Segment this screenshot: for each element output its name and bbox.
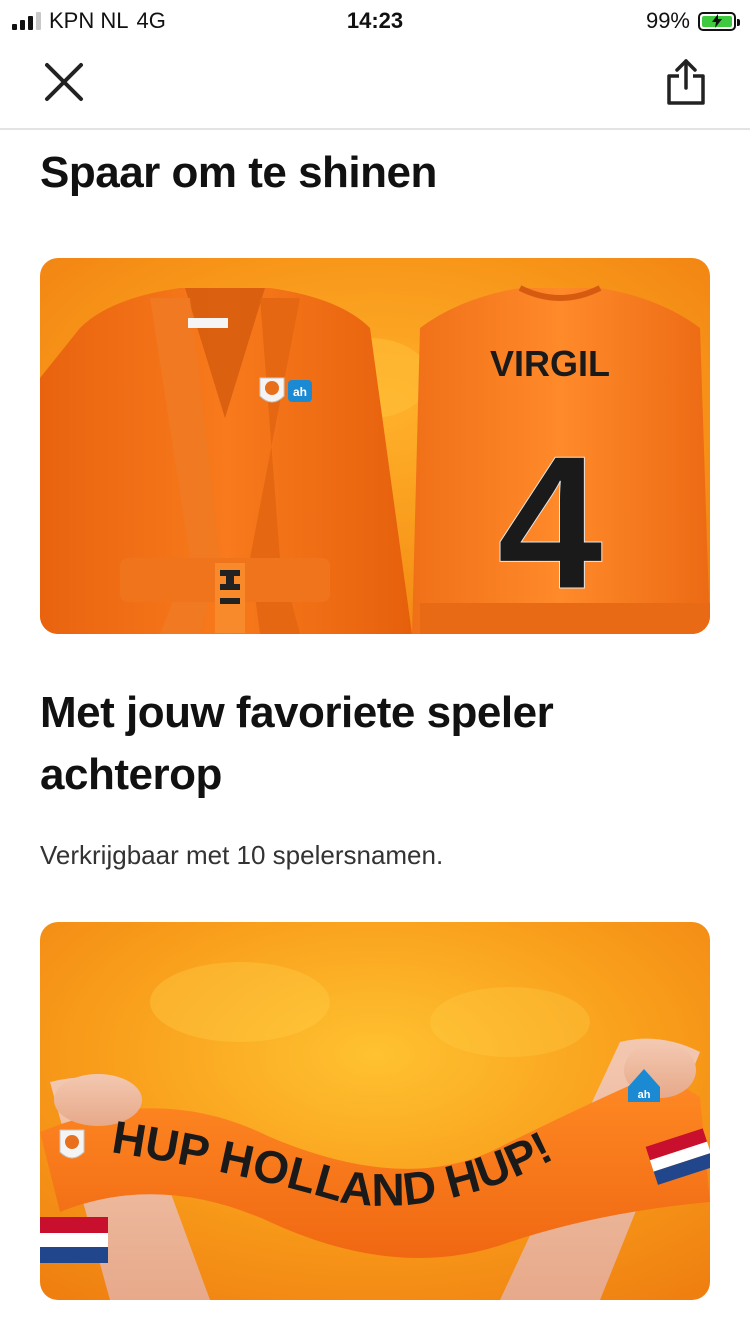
left-flag [40, 1217, 108, 1263]
battery-icon [698, 11, 740, 31]
player-name: VIRGIL [490, 343, 610, 384]
article-subtitle: Met jouw favoriete speler achterop [40, 688, 554, 799]
battery-percentage: 99% [645, 8, 690, 33]
player-number: 4 [497, 417, 603, 629]
status-right: 99% [645, 8, 740, 34]
battery-fill [702, 14, 732, 28]
scarf-image: ah HUP HOLLAND HUP! [40, 922, 710, 1300]
bathrobe-image: ah VIRGIL 4 [40, 258, 710, 634]
bathrobe-image-card[interactable]: ah VIRGIL 4 [40, 258, 710, 634]
status-time: 14:23 [346, 8, 404, 33]
charging-bolt-icon [712, 14, 722, 28]
scarf-image-card[interactable]: ah HUP HOLLAND HUP! [40, 922, 710, 1300]
article-title: Spaar om te shinen [40, 148, 437, 197]
card1-logo-text: ah [293, 385, 307, 399]
back-bathrobe: VIRGIL 4 [412, 285, 710, 634]
front-bathrobe: ah [40, 288, 412, 634]
share-icon [667, 59, 705, 105]
close-icon [45, 63, 83, 101]
card2-logo-text: ah [638, 1089, 651, 1101]
close-button[interactable] [38, 56, 90, 108]
status-bar: KPN NL 4G 14:23 99% [0, 0, 750, 42]
nav-bar [0, 42, 750, 130]
article-body-text: Verkrijgbaar met 10 spelersnamen. [40, 840, 444, 870]
share-button[interactable] [660, 56, 712, 108]
